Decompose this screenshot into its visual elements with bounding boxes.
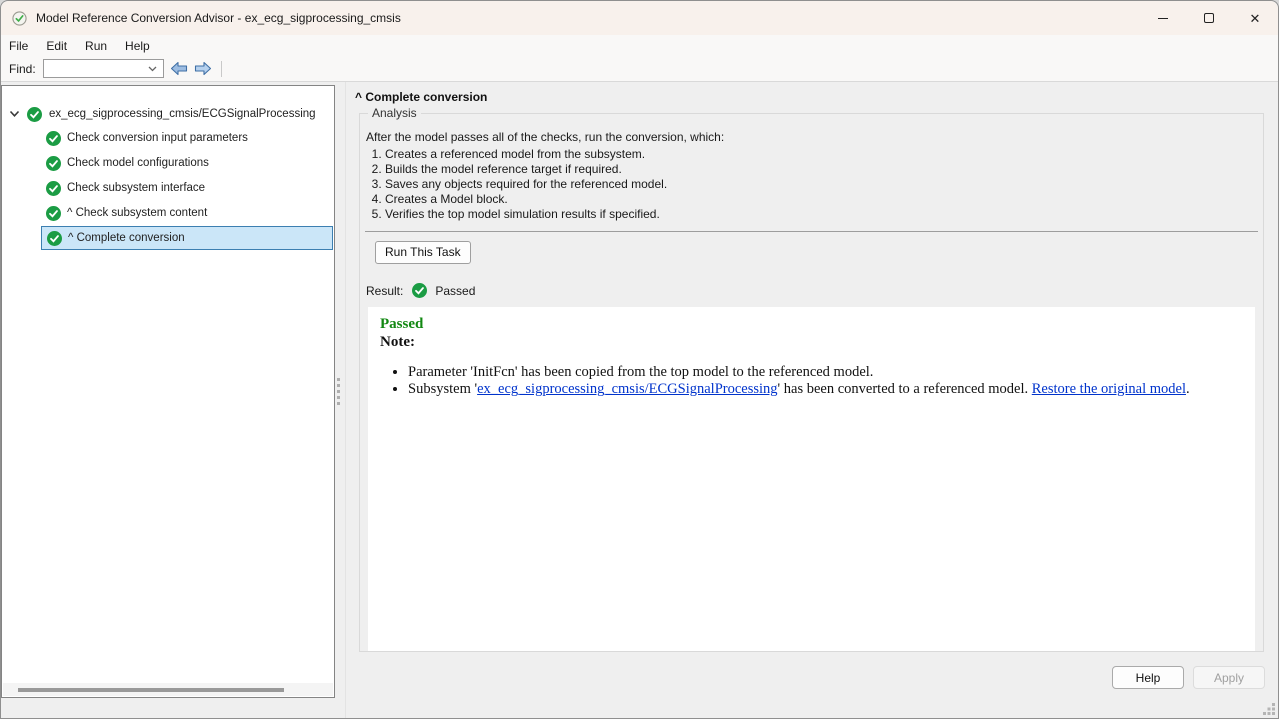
minimize-icon <box>1158 18 1168 19</box>
find-combobox[interactable] <box>43 59 164 78</box>
tree-expand-chevron-icon[interactable] <box>9 110 20 118</box>
main-area: ex_ecg_sigprocessing_cmsis/ECGSignalProc… <box>1 82 1278 718</box>
find-input[interactable] <box>44 61 144 76</box>
report-note-text: Subsystem ' <box>408 381 477 397</box>
tree-root-label: ex_ecg_sigprocessing_cmsis/ECGSignalProc… <box>49 108 316 120</box>
tree-item-label: Check model configurations <box>67 157 209 169</box>
pass-check-icon <box>46 206 61 221</box>
panel-splitter-handle[interactable] <box>337 378 342 408</box>
close-button[interactable]: ✕ <box>1232 1 1278 35</box>
tree-root-item[interactable]: ex_ecg_sigprocessing_cmsis/ECGSignalProc… <box>2 102 333 126</box>
find-label: Find: <box>9 62 36 76</box>
tree-item-label: ^ Check subsystem content <box>67 207 207 219</box>
find-toolbar: Find: <box>1 56 1278 82</box>
menu-bar: File Edit Run Help <box>1 35 1278 56</box>
chevron-down-icon <box>148 66 157 72</box>
conversion-steps-list: Creates a referenced model from the subs… <box>364 147 1259 222</box>
tree-item-check-model-configurations[interactable]: Check model configurations <box>2 151 333 175</box>
find-dropdown-button[interactable] <box>144 60 161 77</box>
scrollbar-thumb[interactable] <box>18 688 284 692</box>
report-notes-list: Parameter 'InitFcn' has been copied from… <box>368 364 1255 397</box>
window-controls: ✕ <box>1140 1 1278 35</box>
close-icon: ✕ <box>1250 12 1261 25</box>
analysis-separator <box>365 231 1258 232</box>
tree-item-label: ^ Complete conversion <box>68 232 185 244</box>
result-label: Result: <box>366 284 403 298</box>
tree-item-label: Check conversion input parameters <box>67 132 248 144</box>
maximize-icon <box>1204 13 1214 23</box>
app-check-icon <box>12 11 27 26</box>
pass-check-icon <box>46 181 61 196</box>
task-header[interactable]: ^ Complete conversion <box>355 90 487 104</box>
result-row: Result: Passed <box>366 283 1259 298</box>
conversion-step: Verifies the top model simulation result… <box>385 207 1259 222</box>
menu-run[interactable]: Run <box>76 37 116 55</box>
pass-check-icon <box>46 156 61 171</box>
maximize-button[interactable] <box>1186 1 1232 35</box>
pass-check-icon <box>46 131 61 146</box>
tree-horizontal-scrollbar[interactable] <box>3 683 333 696</box>
restore-original-model-link[interactable]: Restore the original model <box>1032 381 1186 397</box>
result-pass-check-icon <box>412 283 427 298</box>
pass-check-icon <box>47 231 62 246</box>
find-next-button[interactable] <box>194 61 212 76</box>
tree-item-complete-conversion-selected[interactable]: ^ Complete conversion <box>41 226 333 250</box>
tree-item-check-subsystem-content[interactable]: ^ Check subsystem content <box>2 201 333 225</box>
pass-check-icon <box>27 107 42 122</box>
tree-item-check-subsystem-interface[interactable]: Check subsystem interface <box>2 176 333 200</box>
arrow-right-icon <box>194 61 212 76</box>
analysis-groupbox: Analysis After the model passes all of t… <box>359 106 1264 652</box>
task-detail-panel: ^ Complete conversion Analysis After the… <box>345 82 1278 718</box>
find-previous-button[interactable] <box>170 61 188 76</box>
minimize-button[interactable] <box>1140 1 1186 35</box>
report-passed-heading: Passed <box>380 316 1255 333</box>
window-title: Model Reference Conversion Advisor - ex_… <box>36 11 401 25</box>
analysis-intro-text: After the model passes all of the checks… <box>366 130 1259 144</box>
help-button[interactable]: Help <box>1112 666 1184 689</box>
checks-tree-panel: ex_ecg_sigprocessing_cmsis/ECGSignalProc… <box>1 85 335 698</box>
report-note-text: . <box>1186 381 1190 397</box>
result-report-area: Passed Note: Parameter 'InitFcn' has bee… <box>368 307 1255 651</box>
menu-edit[interactable]: Edit <box>37 37 76 55</box>
subsystem-model-link[interactable]: ex_ecg_sigprocessing_cmsis/ECGSignalProc… <box>477 381 777 397</box>
conversion-step: Creates a referenced model from the subs… <box>385 147 1259 162</box>
app-window: Model Reference Conversion Advisor - ex_… <box>0 0 1279 719</box>
resize-grip-icon[interactable] <box>1262 702 1276 716</box>
conversion-step: Creates a Model block. <box>385 192 1259 207</box>
menu-help[interactable]: Help <box>116 37 159 55</box>
run-this-task-button[interactable]: Run This Task <box>375 241 471 264</box>
report-note-text: Parameter 'InitFcn' has been copied from… <box>408 364 873 380</box>
toolbar-separator <box>221 61 222 77</box>
report-note-heading: Note: <box>380 334 1255 351</box>
tree-item-label: Check subsystem interface <box>67 182 205 194</box>
conversion-step: Builds the model reference target if req… <box>385 162 1259 177</box>
title-bar: Model Reference Conversion Advisor - ex_… <box>1 1 1278 35</box>
report-note-item: Parameter 'InitFcn' has been copied from… <box>408 364 1255 381</box>
tree-item-check-conversion-input-parameters[interactable]: Check conversion input parameters <box>2 126 333 150</box>
analysis-legend: Analysis <box>368 106 421 120</box>
menu-file[interactable]: File <box>1 37 37 55</box>
apply-button[interactable]: Apply <box>1193 666 1265 689</box>
conversion-step: Saves any objects required for the refer… <box>385 177 1259 192</box>
arrow-left-icon <box>170 61 188 76</box>
report-note-text: ' has been converted to a referenced mod… <box>778 381 1032 397</box>
report-note-item: Subsystem 'ex_ecg_sigprocessing_cmsis/EC… <box>408 381 1255 398</box>
result-status-text: Passed <box>435 284 475 298</box>
